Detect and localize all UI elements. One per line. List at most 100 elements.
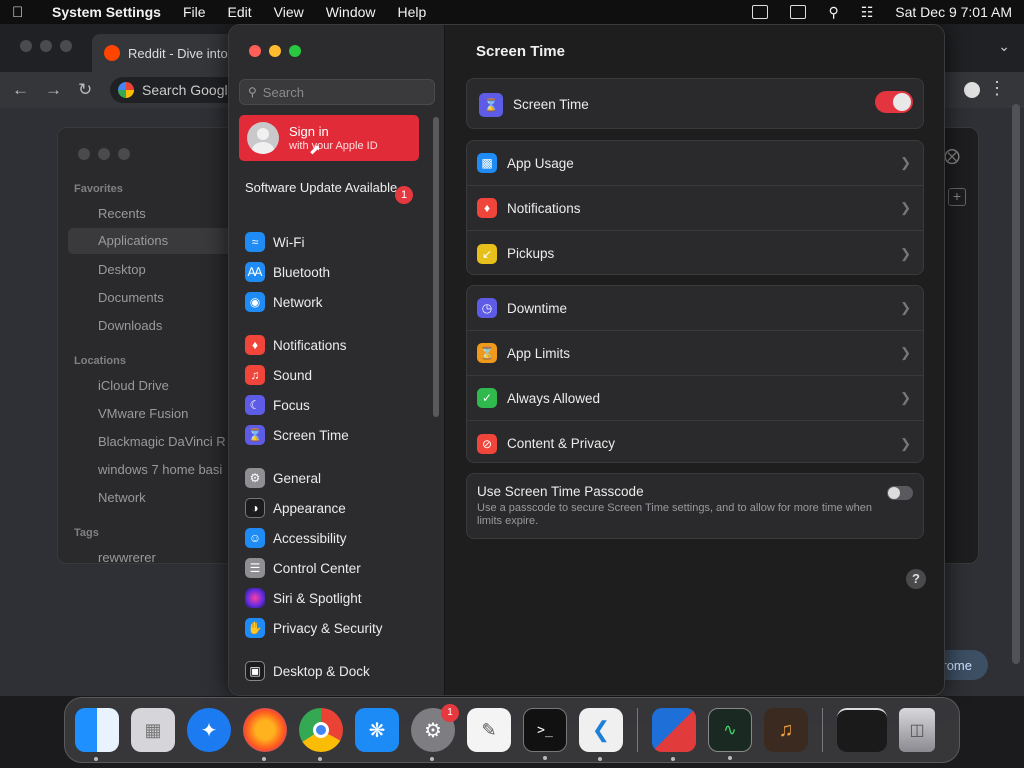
search-input[interactable] [262, 84, 423, 100]
menu-clock[interactable]: Sat Dec 9 7:01 AM [895, 4, 1012, 20]
finder-item-documents[interactable]: Documents [98, 290, 164, 305]
sidebar-item-desktop-dock[interactable]: ▣ Desktop & Dock [245, 659, 370, 683]
system-settings-icon[interactable]: ⚙ 1 [411, 704, 459, 761]
finder-item-davinci[interactable]: Blackmagic DaVinci R [98, 434, 226, 449]
garageband-icon[interactable]: ♫ [764, 708, 808, 752]
row-content-privacy[interactable]: ⊘ Content & Privacy ❯ [467, 421, 923, 462]
row-notifications[interactable]: ♦ Notifications ❯ [467, 186, 923, 231]
firefox-icon[interactable] [243, 708, 287, 761]
sidebar-item-label: Siri & Spotlight [273, 590, 362, 606]
sidebar-item-label: Wi-Fi [273, 234, 305, 250]
app-store-icon[interactable]: ❋ [355, 708, 399, 752]
row-app-usage[interactable]: ▩ App Usage ❯ [467, 141, 923, 186]
sidebar-item-appearance[interactable]: ◑ Appearance [245, 496, 346, 520]
sidebar-item-focus[interactable]: ☾ Focus [245, 393, 310, 417]
trash-icon[interactable]: ◫ [899, 708, 935, 752]
textedit-icon[interactable]: ✎ [467, 708, 511, 752]
sidebar-scrollbar[interactable] [433, 117, 439, 417]
forward-arrow-icon[interactable]: → [45, 80, 62, 100]
close-window-button[interactable] [249, 45, 261, 57]
control-center-menu-icon[interactable]: ☷ [861, 4, 874, 21]
zoom-window-button[interactable] [289, 45, 301, 57]
chrome-menu-icon[interactable]: ⋮ [988, 78, 1006, 99]
sidebar-item-bluetooth[interactable]: Ꜳ Bluetooth [245, 260, 330, 284]
sidebar-item-notifications[interactable]: ♦ Notifications [245, 333, 347, 357]
hourglass-icon: ⌛ [477, 343, 497, 363]
passcode-toggle[interactable] [887, 486, 913, 500]
reload-icon[interactable]: ↻ [78, 80, 92, 100]
chrome-tab-title: Reddit - Dive into [128, 45, 228, 61]
chrome-icon[interactable] [299, 708, 343, 761]
passcode-title: Use Screen Time Passcode [477, 484, 644, 499]
bluetooth-icon: Ꜳ [245, 262, 265, 282]
menu-view[interactable]: View [274, 4, 304, 20]
row-always-allowed[interactable]: ✓ Always Allowed ❯ [467, 376, 923, 421]
speaker-icon: ♫ [245, 365, 265, 385]
row-pickups[interactable]: ↙ Pickups ❯ [467, 231, 923, 274]
terminal-icon[interactable]: >_ [523, 708, 567, 760]
hourglass-icon: ⌛ [479, 92, 503, 117]
sidebar-item-control-center[interactable]: ☰ Control Center [245, 556, 361, 580]
back-arrow-icon[interactable]: ← [12, 80, 29, 100]
spotlight-search-icon[interactable]: ⚲ [828, 4, 838, 21]
vscode-icon[interactable]: ❮ [579, 708, 623, 761]
sidebar-item-screen-time[interactable]: ⌛ Screen Time [245, 423, 349, 447]
profile-icon[interactable] [964, 82, 980, 98]
sidebar-item-privacy[interactable]: ✋ Privacy & Security [245, 616, 383, 640]
stage-manager-icon[interactable] [790, 5, 807, 19]
settings-sidebar: ⚲ Sign in with your Apple ID ⬈ Software … [229, 25, 445, 695]
passcode-description: Use a passcode to secure Screen Time set… [477, 502, 872, 527]
finder-item-icloud[interactable]: iCloud Drive [98, 378, 169, 393]
apple-menu-icon[interactable]:  [12, 4, 32, 21]
row-app-limits[interactable]: ⌛ App Limits ❯ [467, 331, 923, 376]
activity-monitor-icon[interactable]: ∿ [708, 708, 752, 760]
google-icon [118, 82, 134, 98]
dock-separator [822, 708, 823, 752]
finder-plus-icon[interactable]: + [948, 188, 966, 206]
screen-time-toggle[interactable] [875, 91, 913, 113]
menu-file[interactable]: File [183, 4, 206, 20]
menu-window[interactable]: Window [326, 4, 376, 20]
finder-item-downloads[interactable]: Downloads [98, 318, 162, 333]
appearance-icon: ◑ [245, 498, 265, 518]
row-label: Content & Privacy [507, 436, 616, 451]
finder-item-desktop[interactable]: Desktop [98, 262, 146, 277]
bell-icon: ♦ [477, 198, 497, 218]
finder-item-vmware[interactable]: VMware Fusion [98, 406, 188, 421]
menu-app-name[interactable]: System Settings [52, 4, 161, 20]
finder-item-windows7[interactable]: windows 7 home basi [98, 462, 222, 477]
sidebar-item-label: Screen Time [273, 427, 349, 443]
software-update-label: Software Update Available [245, 180, 398, 195]
menu-help[interactable]: Help [398, 4, 427, 20]
finder-item-recents[interactable]: Recents [98, 206, 146, 221]
safari-icon[interactable]: ✦ [187, 708, 231, 752]
sidebar-item-siri[interactable]: Siri & Spotlight [245, 586, 362, 610]
settings-search-box[interactable]: ⚲ [239, 79, 435, 105]
dock-separator [637, 708, 638, 752]
finder-item-network[interactable]: Network [98, 490, 146, 505]
sign-in-button[interactable]: Sign in with your Apple ID [239, 115, 419, 161]
row-downtime[interactable]: ◷ Downtime ❯ [467, 286, 923, 331]
launchpad-icon[interactable]: ▦ [131, 708, 175, 752]
finder-item-tag[interactable]: rewwrerer [98, 550, 156, 563]
finder-close-icon[interactable]: ⨂ [944, 146, 960, 166]
help-button[interactable]: ? [906, 569, 926, 589]
sign-in-title: Sign in [289, 124, 329, 139]
finder-favorites-heading: Favorites [74, 183, 123, 195]
sidebar-item-general[interactable]: ⚙ General [245, 466, 321, 490]
sidebar-item-sound[interactable]: ♫ Sound [245, 363, 312, 387]
wifi-icon: ≈ [245, 232, 265, 252]
sidebar-item-wifi[interactable]: ≈ Wi-Fi [245, 230, 304, 254]
screen-time-toggle-group: ⌛ Screen Time [466, 78, 924, 129]
sidebar-item-accessibility[interactable]: ☺ Accessibility [245, 526, 347, 550]
screen-share-icon[interactable] [752, 5, 769, 19]
minimized-window-icon[interactable] [837, 708, 887, 752]
menu-edit[interactable]: Edit [228, 4, 252, 20]
vmware-fusion-icon[interactable] [652, 708, 696, 761]
finder-icon[interactable] [75, 708, 119, 761]
sidebar-item-network[interactable]: ◉ Network [245, 290, 323, 314]
finder-item-applications[interactable]: Applications [68, 228, 238, 254]
minimize-window-button[interactable] [269, 45, 281, 57]
chrome-scrollbar[interactable] [1012, 104, 1020, 664]
chevron-down-icon[interactable]: ⌄ [998, 38, 1010, 55]
